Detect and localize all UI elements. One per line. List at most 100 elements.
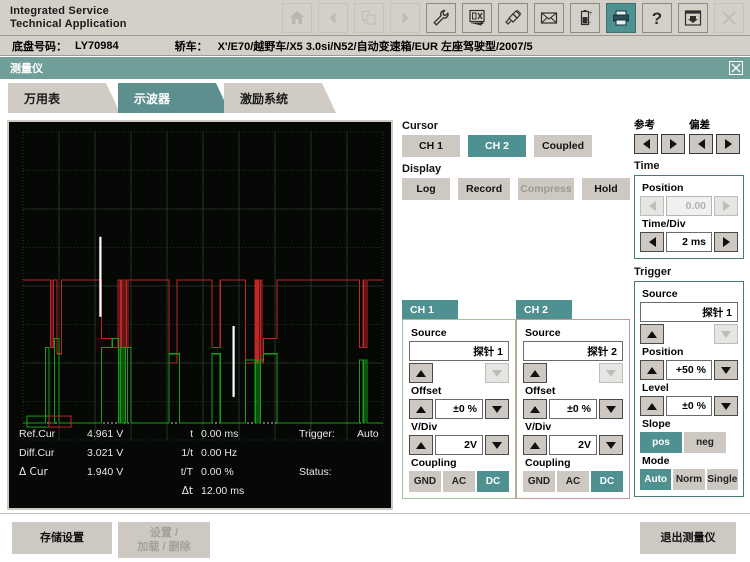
deviation-left-button[interactable] (689, 134, 713, 154)
channel1-source-down-button[interactable] (485, 363, 509, 383)
trigger-level-down-button[interactable] (714, 396, 738, 416)
cursor-coupled-button[interactable]: Coupled (534, 135, 592, 157)
copy-document-icon (362, 11, 376, 25)
channel1-offset-spinner: ±0 % (409, 399, 509, 419)
trigger-source-label: Source (642, 288, 678, 300)
channel1-offset-value[interactable]: ±0 % (435, 399, 483, 419)
time-position-spinner: 0.00 (640, 196, 738, 216)
home-icon-button[interactable] (282, 3, 312, 33)
measurement-tabs: 万用表 示波器 激励系统 (0, 79, 750, 113)
trigger-mode-auto-button[interactable]: Auto (640, 469, 672, 490)
trigger-position-up-button[interactable] (640, 360, 664, 380)
close-x-icon-button[interactable] (714, 3, 744, 33)
channel1-coupling-gnd-button[interactable]: GND (409, 471, 441, 492)
battery-icon-button[interactable]: + - (570, 3, 600, 33)
tab-oscilloscope[interactable]: 示波器 (118, 83, 230, 113)
scope-display[interactable]: Ref.Cur 4.961 V t 0.00 ms Trigger: Auto … (7, 120, 393, 510)
channel1-source-value[interactable]: 探针 1 (409, 341, 509, 361)
measurement-window-title-bar: 测量仪 (0, 57, 750, 79)
channel1-source-up-button[interactable] (409, 363, 433, 383)
display-hold-button[interactable]: Hold (581, 178, 630, 200)
trigger-level-value[interactable]: ±0 % (666, 396, 712, 416)
tab-multimeter[interactable]: 万用表 (8, 83, 120, 113)
channel1-vdiv-down-button[interactable] (485, 435, 509, 455)
trigger-source-up-button[interactable] (640, 324, 664, 344)
channel2-offset-up-button[interactable] (523, 399, 547, 419)
channel1-tab[interactable]: CH 1 (402, 300, 458, 319)
time-per-div-value[interactable]: 2 ms (666, 232, 712, 252)
trigger-group-label: Trigger (634, 266, 672, 278)
channel2-source-down-button[interactable] (599, 363, 623, 383)
vehicle-identification-icon-button[interactable] (462, 3, 492, 33)
channel2-offset-down-button[interactable] (599, 399, 623, 419)
time-position-right-button[interactable] (714, 196, 738, 216)
svg-text:?: ? (652, 9, 662, 28)
reference-arrows (634, 134, 689, 154)
back-arrow-icon-button[interactable] (318, 3, 348, 33)
tab-stimulus-system[interactable]: 激励系统 (224, 83, 336, 113)
time-per-div-left-button[interactable] (640, 232, 664, 252)
channel2-vdiv-down-button[interactable] (599, 435, 623, 455)
minimize-tray-icon-button[interactable] (678, 3, 708, 33)
duty-cycle-label: t/T (180, 466, 193, 478)
channel2-tab[interactable]: CH 2 (516, 300, 572, 319)
trigger-source-down-button[interactable] (714, 324, 738, 344)
trigger-slope-neg-button[interactable]: neg (684, 432, 726, 453)
trigger-mode-norm-button[interactable]: Norm (673, 469, 705, 490)
window-close-icon[interactable] (728, 60, 744, 76)
reference-right-button[interactable] (661, 134, 685, 154)
time-position-left-button[interactable] (640, 196, 664, 216)
exit-measurement-button[interactable]: 退出测量仪 (640, 522, 736, 554)
vehicle-identification-icon (469, 9, 485, 26)
deviation-right-button[interactable] (716, 134, 740, 154)
connector-plug-icon-button[interactable] (498, 3, 528, 33)
channel2-source-value[interactable]: 探针 2 (523, 341, 623, 361)
save-settings-button[interactable]: 存储设置 (12, 522, 112, 554)
trigger-slope-pos-button[interactable]: pos (640, 432, 682, 453)
time-settings-panel: Position 0.00 Time/Div 2 ms (634, 175, 744, 259)
channel2-coupling-ac-button[interactable]: AC (557, 471, 589, 492)
chassis-number-label: 底盘号码： (12, 40, 67, 53)
trigger-source-value[interactable]: 探针 1 (640, 302, 738, 322)
channel1-vdiv-up-button[interactable] (409, 435, 433, 455)
channel1-vdiv-value[interactable]: 2V (435, 435, 483, 455)
forward-arrow-icon (402, 12, 409, 24)
channel2-source-up-button[interactable] (523, 363, 547, 383)
reference-left-button[interactable] (634, 134, 658, 154)
printer-icon-button[interactable] (606, 3, 636, 33)
channel2-coupling-dc-button[interactable]: DC (591, 471, 623, 492)
trigger-level-up-button[interactable] (640, 396, 664, 416)
forward-arrow-icon-button[interactable] (390, 3, 420, 33)
trigger-mode-single-button[interactable]: Single (706, 469, 738, 490)
copy-document-icon-button[interactable] (354, 3, 384, 33)
display-compress-button[interactable]: Compress (518, 178, 574, 200)
delta-cursor-label: Δ Cur (19, 466, 48, 478)
vehicle-info-bar: 底盘号码： LY70984 轿车： X'/E70/越野车/X5 3.0si/N5… (0, 36, 750, 56)
cursor-ch2-button[interactable]: CH 2 (468, 135, 526, 157)
cursor-display-controls: Cursor CH 1 CH 2 Coupled Display Log Rec… (402, 120, 630, 206)
channel2-offset-value[interactable]: ±0 % (549, 399, 597, 419)
time-per-div-right-button[interactable] (714, 232, 738, 252)
cursor-ch1-button[interactable]: CH 1 (402, 135, 460, 157)
ref-cursor-value: 4.961 V (87, 428, 124, 440)
channel2-vdiv-value[interactable]: 2V (549, 435, 597, 455)
channel1-coupling-ac-button[interactable]: AC (443, 471, 475, 492)
channel2-vdiv-up-button[interactable] (523, 435, 547, 455)
time-position-value[interactable]: 0.00 (666, 196, 712, 216)
toolbar-icon-strip: + - ? (282, 0, 750, 36)
trigger-position-down-button[interactable] (714, 360, 738, 380)
channel1-offset-down-button[interactable] (485, 399, 509, 419)
envelope-icon-button[interactable] (534, 3, 564, 33)
help-question-icon-button[interactable]: ? (642, 3, 672, 33)
channel1-coupling-dc-button[interactable]: DC (477, 471, 509, 492)
channel1-offset-up-button[interactable] (409, 399, 433, 419)
display-log-button[interactable]: Log (402, 178, 451, 200)
display-record-button[interactable]: Record (458, 178, 511, 200)
trigger-position-value[interactable]: +50 % (666, 360, 712, 380)
tab-oscilloscope-label: 示波器 (134, 91, 171, 106)
channel2-source-spinner (523, 363, 623, 383)
wrench-icon-button[interactable] (426, 3, 456, 33)
settings-load-delete-button[interactable]: 设置 / 加载 / 删除 (118, 522, 210, 558)
time-per-div-spinner: 2 ms (640, 232, 738, 252)
channel2-coupling-gnd-button[interactable]: GND (523, 471, 555, 492)
